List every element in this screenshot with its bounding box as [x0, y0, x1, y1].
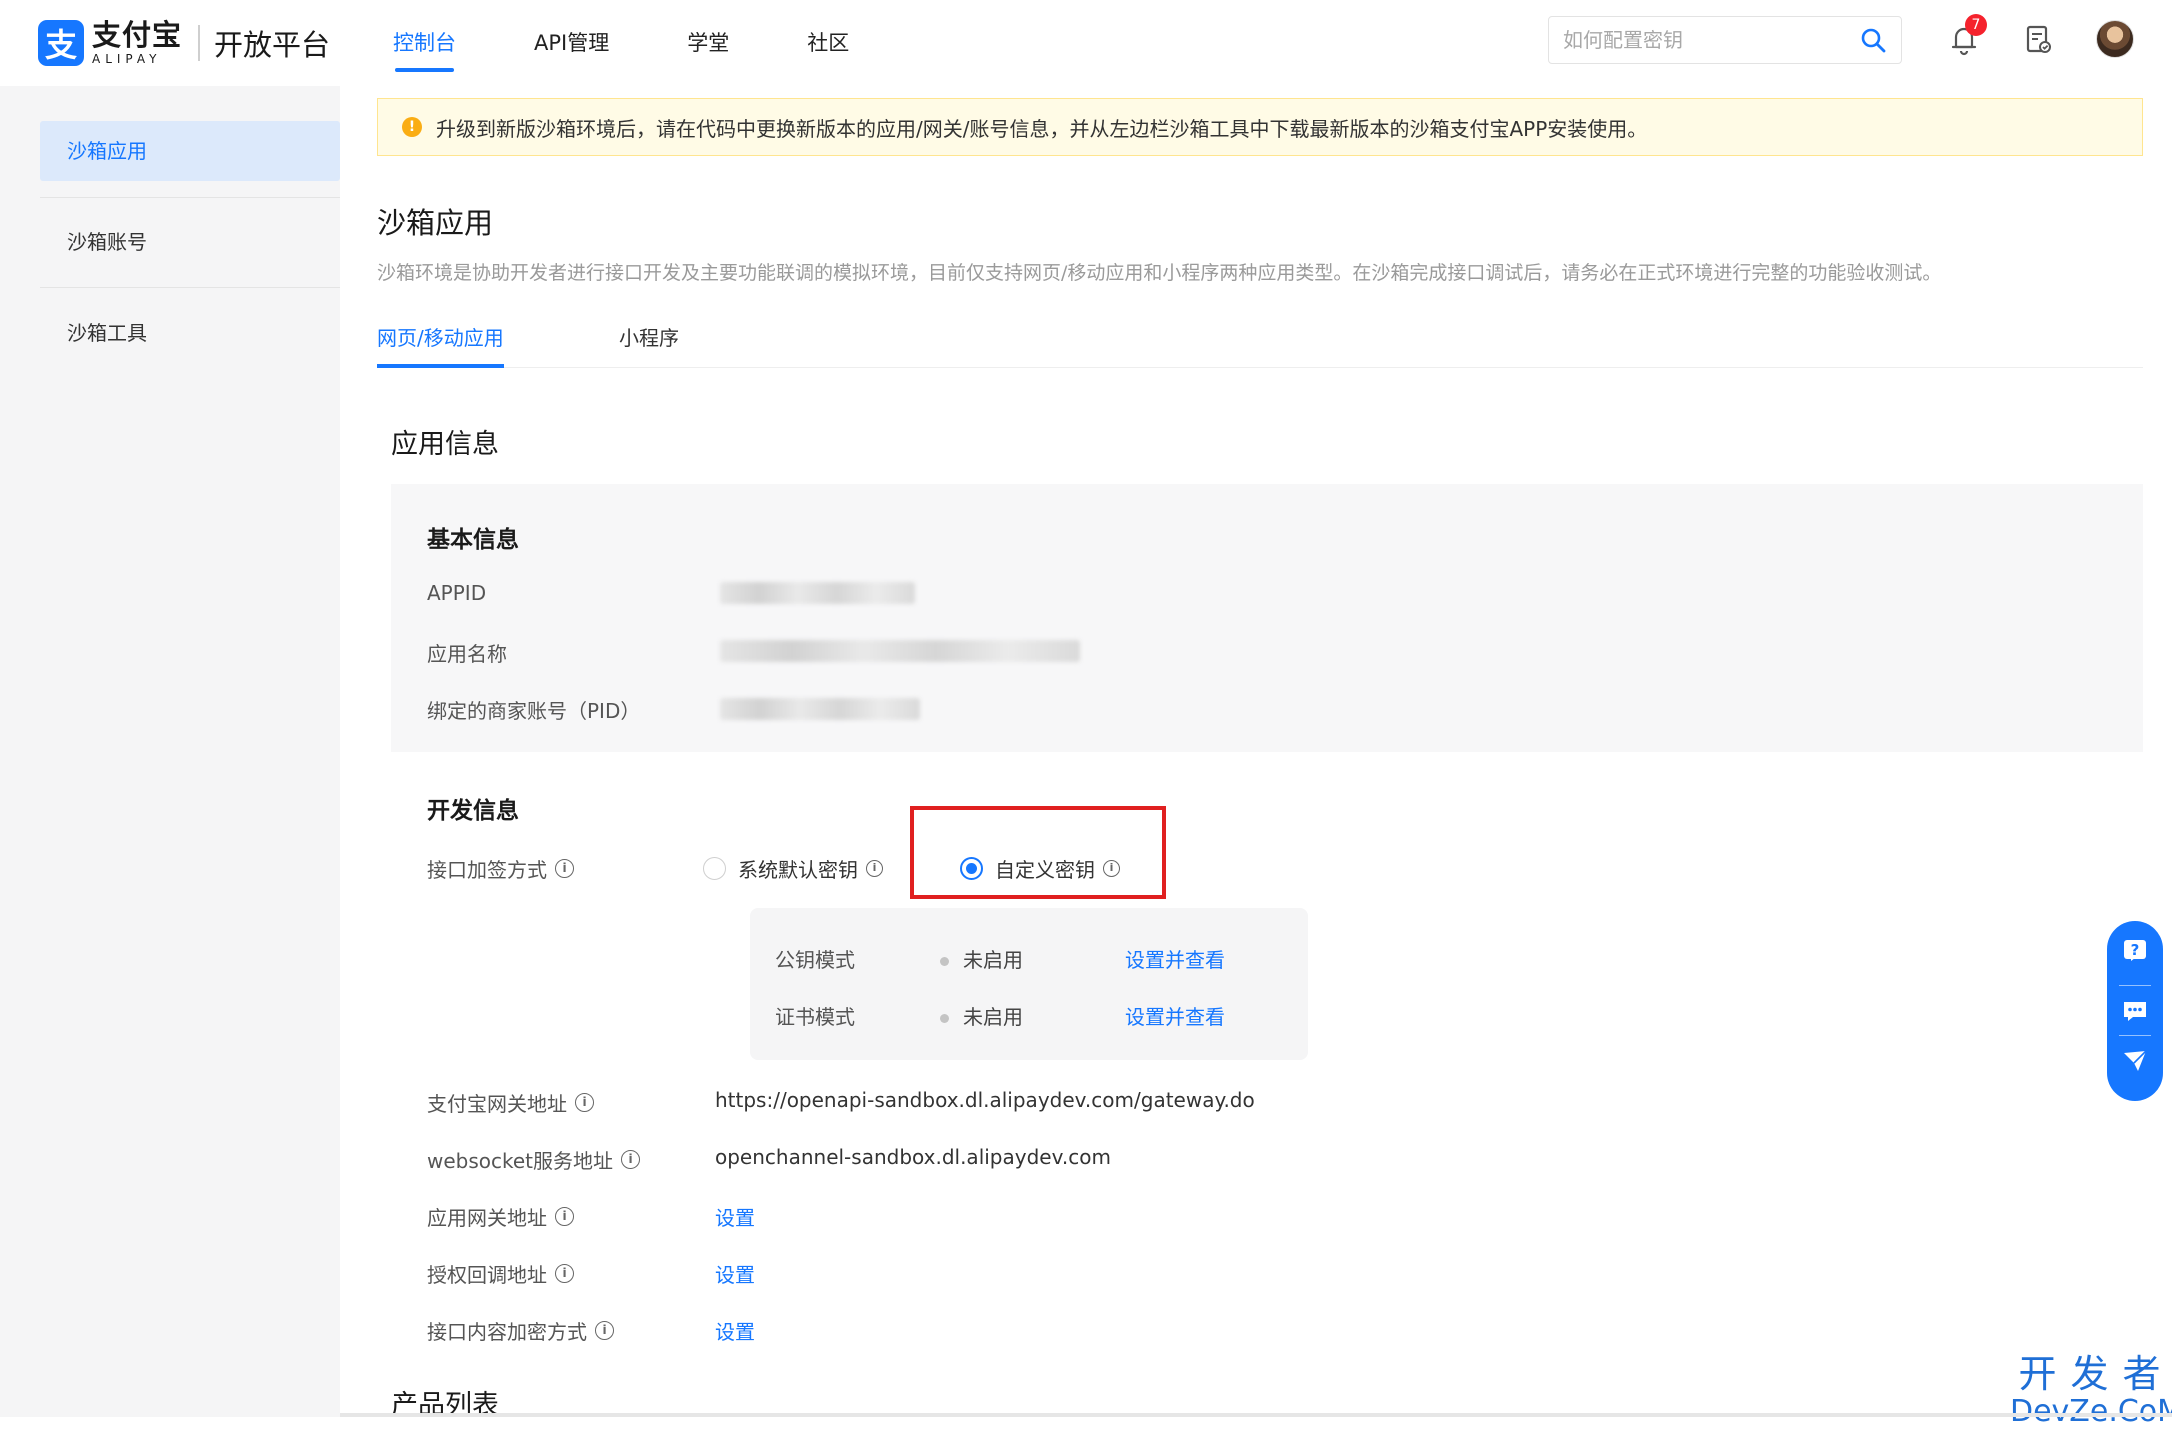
cert-setup-link[interactable]: 设置并查看	[1125, 1001, 1225, 1030]
gateway-label: 支付宝网关地址 i	[427, 1088, 594, 1117]
nav-community[interactable]: 社区	[807, 0, 849, 86]
cert-mode-label: 证书模式	[775, 1005, 855, 1029]
tab-web-mobile[interactable]: 网页/移动应用	[377, 322, 504, 368]
nav-academy[interactable]: 学堂	[687, 0, 729, 86]
public-key-mode-status: 未启用	[940, 944, 1023, 973]
watermark-cn: 开发者	[2018, 1352, 2172, 1396]
info-icon[interactable]: i	[866, 860, 883, 877]
search-box	[1548, 16, 1902, 64]
radio-label: 系统默认密钥	[738, 858, 858, 882]
float-divider	[2119, 985, 2151, 986]
status-text: 未启用	[963, 948, 1023, 972]
cert-mode-status: 未启用	[940, 1001, 1023, 1030]
sidebar-item-sandbox-account[interactable]: 沙箱账号	[40, 212, 340, 272]
logo-divider	[198, 25, 201, 61]
sidebar-divider	[40, 287, 340, 288]
radio-system-default-key[interactable]: 系统默认密钥 i	[703, 854, 883, 883]
pid-label: 绑定的商家账号（PID）	[427, 699, 641, 723]
alipay-logo-icon: 支	[38, 20, 84, 66]
info-icon[interactable]: i	[575, 1093, 594, 1112]
basic-info-panel	[391, 484, 2143, 752]
info-icon[interactable]: i	[555, 1207, 574, 1226]
alipay-logo[interactable]: 支 支付宝 ALIPAY 开放平台	[38, 20, 330, 66]
basic-info-title: 基本信息	[427, 527, 519, 553]
app-gateway-label: 应用网关地址 i	[427, 1202, 574, 1231]
sidebar-divider	[40, 197, 340, 198]
warning-icon: !	[402, 117, 422, 137]
websocket-value: openchannel-sandbox.dl.alipaydev.com	[715, 1145, 1111, 1169]
page-description: 沙箱环境是协助开发者进行接口开发及主要功能联调的模拟环境，目前仅支持网页/移动应…	[377, 262, 1942, 284]
key-mode-panel	[750, 908, 1308, 1060]
platform-name: 开放平台	[214, 28, 331, 62]
float-divider	[2119, 1035, 2151, 1036]
radio-button[interactable]	[703, 857, 726, 880]
notification-badge: 7	[1965, 14, 1987, 36]
gateway-label-text: 支付宝网关地址	[427, 1092, 567, 1116]
feedback-send-icon[interactable]	[2121, 1047, 2149, 1075]
app-info-title: 应用信息	[391, 429, 499, 460]
logo-cn-text: 支付宝	[92, 18, 183, 52]
encrypt-method-set-link[interactable]: 设置	[715, 1316, 755, 1345]
chat-bubble-icon[interactable]	[2121, 997, 2149, 1025]
watermark-en: DevZe.CoM	[2010, 1394, 2172, 1429]
nav-console[interactable]: 控制台	[393, 0, 456, 86]
sign-method-label: 接口加签方式 i	[427, 854, 574, 883]
status-dot-icon	[940, 957, 949, 966]
info-icon[interactable]: i	[595, 1321, 614, 1340]
auth-callback-label-text: 授权回调地址	[427, 1263, 547, 1287]
auth-callback-label: 授权回调地址 i	[427, 1259, 574, 1288]
page-title: 沙箱应用	[377, 206, 494, 240]
status-dot-icon	[940, 1014, 949, 1023]
websocket-label: websocket服务地址 i	[427, 1145, 641, 1174]
nav-api-management[interactable]: API管理	[534, 0, 609, 86]
task-list-icon[interactable]	[2020, 21, 2056, 57]
public-key-mode-label: 公钥模式	[775, 948, 855, 972]
public-key-setup-link[interactable]: 设置并查看	[1125, 944, 1225, 973]
websocket-label-text: websocket服务地址	[427, 1149, 614, 1173]
info-icon[interactable]: i	[555, 1264, 574, 1283]
sign-method-label-text: 接口加签方式	[427, 858, 547, 882]
auth-callback-set-link[interactable]: 设置	[715, 1259, 755, 1288]
annotation-highlight-box	[910, 806, 1166, 899]
floating-help-bar: ?	[2107, 921, 2163, 1101]
sidebar-item-sandbox-app[interactable]: 沙箱应用	[40, 121, 340, 181]
help-question-icon[interactable]: ?	[2121, 937, 2149, 965]
appid-label: APPID	[427, 581, 487, 605]
logo-en-text: ALIPAY	[92, 52, 162, 66]
sidebar: 沙箱应用 沙箱账号 沙箱工具	[0, 86, 340, 1417]
top-nav: 控制台 API管理 学堂 社区	[393, 0, 927, 86]
sidebar-item-sandbox-tools[interactable]: 沙箱工具	[40, 303, 340, 363]
appid-value-redacted	[720, 582, 915, 604]
status-text: 未启用	[963, 1005, 1023, 1029]
gateway-value: https://openapi-sandbox.dl.alipaydev.com…	[715, 1088, 1255, 1112]
search-input[interactable]	[1563, 28, 1859, 52]
svg-text:?: ?	[2131, 941, 2140, 959]
app-gateway-label-text: 应用网关地址	[427, 1206, 547, 1230]
bottom-border	[340, 1413, 2172, 1417]
upgrade-notice: ! 升级到新版沙箱环境后，请在代码中更换新版本的应用/网关/账号信息，并从左边栏…	[377, 98, 2143, 156]
app-name-label: 应用名称	[427, 642, 507, 666]
pid-value-redacted	[720, 698, 920, 720]
dev-info-title: 开发信息	[427, 798, 519, 824]
info-icon[interactable]: i	[621, 1150, 641, 1169]
app-type-tabs: 网页/移动应用 小程序	[377, 316, 2143, 368]
tab-mini-program[interactable]: 小程序	[619, 322, 679, 368]
encrypt-method-label-text: 接口内容加密方式	[427, 1320, 587, 1344]
search-icon[interactable]	[1859, 26, 1887, 54]
user-avatar[interactable]	[2096, 20, 2134, 58]
info-icon[interactable]: i	[555, 859, 574, 878]
encrypt-method-label: 接口内容加密方式 i	[427, 1316, 614, 1345]
top-header: 支 支付宝 ALIPAY 开放平台 控制台 API管理 学堂 社区 7	[0, 0, 2172, 86]
app-name-value-redacted	[720, 640, 1080, 662]
notice-text: 升级到新版沙箱环境后，请在代码中更换新版本的应用/网关/账号信息，并从左边栏沙箱…	[436, 116, 1648, 141]
app-gateway-set-link[interactable]: 设置	[715, 1202, 755, 1231]
